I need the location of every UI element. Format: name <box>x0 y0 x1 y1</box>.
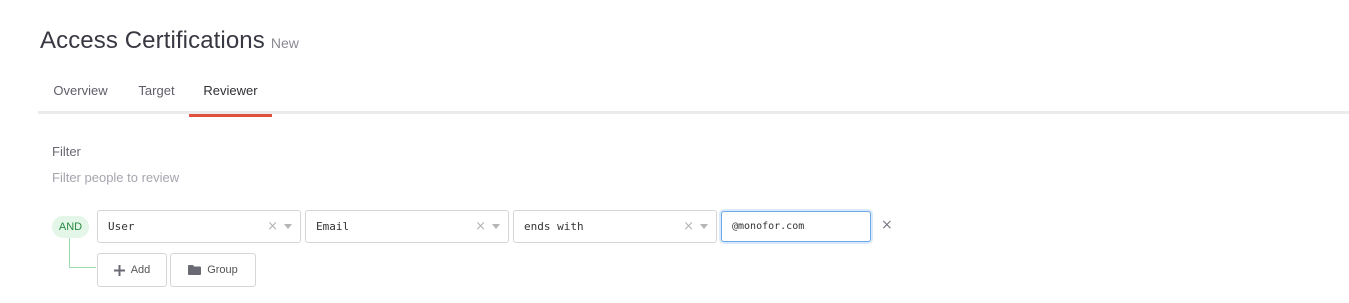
tab-target[interactable]: Target <box>123 72 190 114</box>
clear-icon[interactable]: × <box>475 211 486 242</box>
add-button-label: Add <box>130 264 151 276</box>
clear-icon[interactable]: × <box>267 211 278 242</box>
tree-connector <box>69 238 96 268</box>
and-operator-toggle[interactable]: AND <box>52 216 89 238</box>
plus-icon <box>113 264 125 276</box>
tab-overview[interactable]: Overview <box>38 72 123 114</box>
condition-select[interactable]: ends with × <box>513 210 717 243</box>
tab-reviewer[interactable]: Reviewer <box>189 72 272 117</box>
attribute-select[interactable]: Email × <box>305 210 509 243</box>
add-group-button[interactable]: Group <box>170 253 256 287</box>
entity-select-value: User <box>108 220 135 233</box>
clear-icon[interactable]: × <box>683 211 694 242</box>
title-row: Access Certifications New <box>40 27 299 55</box>
filter-help-text: Filter people to review <box>52 170 180 185</box>
chevron-down-icon[interactable] <box>700 224 708 229</box>
filter-label: Filter <box>52 144 81 159</box>
filter-value-input[interactable] <box>721 211 871 242</box>
attribute-select-value: Email <box>316 220 350 233</box>
page-title: Access Certifications <box>40 27 265 54</box>
status-label: New <box>270 35 299 51</box>
folder-icon <box>188 265 202 275</box>
chevron-down-icon[interactable] <box>492 224 500 229</box>
condition-select-value: ends with <box>524 220 584 233</box>
add-rule-button[interactable]: Add <box>97 253 167 287</box>
remove-rule-icon[interactable]: × <box>881 217 893 233</box>
chevron-down-icon[interactable] <box>284 224 292 229</box>
tab-bar: Overview Target Reviewer <box>38 72 1349 117</box>
entity-select[interactable]: User × <box>97 210 301 243</box>
group-button-label: Group <box>207 264 238 276</box>
